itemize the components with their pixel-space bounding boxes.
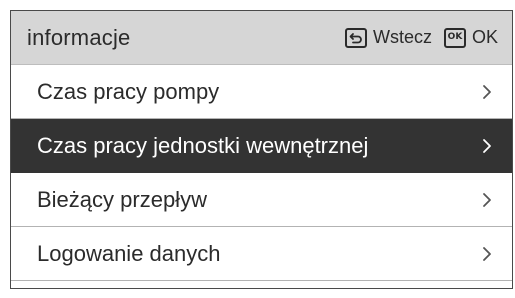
ok-key-icon[interactable]: OK — [443, 27, 466, 48]
chevron-right-icon — [480, 191, 494, 209]
menu-item-label: Czas pracy jednostki wewnętrznej — [37, 132, 369, 158]
back-label[interactable]: Wstecz — [373, 27, 432, 48]
chevron-right-icon — [480, 137, 494, 155]
header-bar: informacje Wstecz OK OK — [11, 11, 512, 65]
chevron-right-icon — [480, 83, 494, 101]
menu-item-label: Bieżący przepływ — [37, 186, 207, 212]
menu-item-current-flow[interactable]: Bieżący przepływ — [11, 173, 512, 227]
menu-item-indoor-unit-runtime[interactable]: Czas pracy jednostki wewnętrznej — [11, 119, 512, 173]
chevron-right-icon — [480, 245, 494, 263]
return-arrow-icon[interactable] — [344, 27, 367, 48]
menu-item-pump-runtime[interactable]: Czas pracy pompy — [11, 65, 512, 119]
header-actions: Wstecz OK OK — [344, 27, 498, 48]
info-screen: informacje Wstecz OK OK Czas pracy pompy… — [10, 10, 513, 289]
menu-item-label: Logowanie danych — [37, 240, 221, 266]
ok-label[interactable]: OK — [472, 27, 498, 48]
menu-item-data-logging[interactable]: Logowanie danych — [11, 227, 512, 281]
page-title: informacje — [27, 24, 131, 50]
menu-item-label: Czas pracy pompy — [37, 78, 220, 104]
